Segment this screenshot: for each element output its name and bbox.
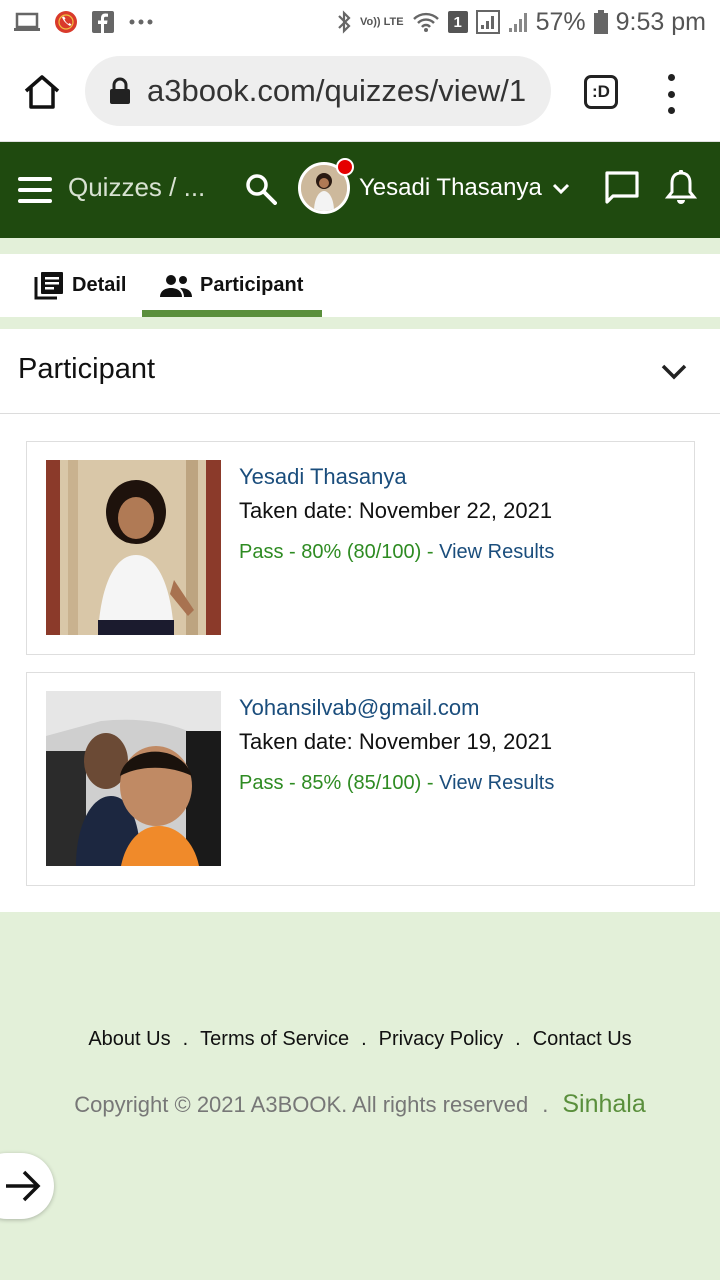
more-dots-icon: [128, 18, 154, 26]
privacy-link[interactable]: Privacy Policy: [379, 1028, 503, 1050]
terms-link[interactable]: Terms of Service: [200, 1028, 349, 1050]
bell-icon[interactable]: [664, 169, 698, 207]
next-arrow-button[interactable]: [0, 1153, 54, 1219]
status-bar: Vo)) LTE 1 57% 9:53 pm: [0, 0, 720, 44]
laptop-icon: [14, 12, 40, 32]
tab-bar: Detail Participant: [0, 254, 720, 317]
notification-dot: [336, 158, 354, 176]
people-icon: [160, 274, 192, 297]
facebook-icon: [92, 11, 114, 33]
taken-date: Taken date: November 22, 2021: [239, 498, 553, 523]
view-results-link[interactable]: View Results: [439, 541, 554, 563]
footer-separator: .: [515, 1028, 521, 1050]
panel-header[interactable]: Participant: [0, 329, 720, 414]
chevron-down-icon[interactable]: [551, 179, 571, 199]
browser-toolbar: a3book.com/quizzes/view/1 :D: [0, 44, 720, 142]
result-text: Pass - 85% (85/100) - View Results: [239, 772, 554, 795]
chat-icon[interactable]: [604, 170, 640, 206]
tab-detail[interactable]: Detail: [34, 254, 126, 317]
participant-photo: [46, 691, 221, 866]
sim-1-icon: 1: [447, 11, 468, 33]
participant-name[interactable]: Yohansilvab@gmail.com: [239, 695, 479, 721]
tab-participant-label: Participant: [200, 274, 304, 296]
app-header: Quizzes / ... Yesadi Thasanya: [0, 142, 720, 238]
participant-card: Yohansilvab@gmail.com Taken date: Novemb…: [26, 672, 695, 886]
copyright-text: Copyright © 2021 A3BOOK. All rights rese…: [74, 1092, 529, 1117]
result-text: Pass - 80% (80/100) - View Results: [239, 541, 554, 564]
home-icon: [24, 75, 60, 109]
footer-separator: .: [361, 1028, 367, 1050]
url-bar[interactable]: a3book.com/quizzes/view/1: [85, 56, 551, 126]
active-tab-indicator: [142, 310, 322, 317]
copyright: Copyright © 2021 A3BOOK. All rights rese…: [0, 1090, 720, 1119]
home-button[interactable]: [22, 72, 62, 112]
result-score: Pass - 80% (80/100) -: [239, 541, 440, 563]
hamburger-menu-icon[interactable]: [18, 177, 52, 203]
book-icon: [34, 271, 63, 299]
taken-date: Taken date: November 19, 2021: [239, 729, 553, 754]
footer-links: About Us. Terms of Service. Privacy Policy…: [0, 1028, 720, 1051]
search-icon[interactable]: [245, 173, 277, 205]
participant-card: Yesadi Thasanya Taken date: November 22,…: [26, 441, 695, 655]
participant-name[interactable]: Yesadi Thasanya: [239, 464, 407, 490]
battery-icon: [593, 10, 608, 34]
wifi-icon: [412, 11, 440, 33]
view-results-link[interactable]: View Results: [439, 772, 554, 794]
footer-separator: .: [182, 1028, 189, 1050]
panel-title: Participant: [18, 353, 156, 385]
language-link[interactable]: Sinhala: [562, 1090, 645, 1118]
participant-photo: [46, 460, 221, 635]
footer-separator: .: [542, 1092, 549, 1117]
bluetooth-icon: [336, 9, 352, 35]
lock-icon: [110, 77, 130, 104]
url-text: a3book.com/quizzes/view/1: [147, 73, 527, 108]
contact-link[interactable]: Contact Us: [533, 1028, 632, 1050]
phone-call-icon: [54, 10, 78, 34]
about-us-link[interactable]: About Us: [88, 1028, 170, 1050]
signal-icon: [475, 10, 500, 34]
collapse-chevron-icon[interactable]: [660, 359, 688, 383]
browser-menu-button[interactable]: [660, 74, 682, 114]
breadcrumb[interactable]: Quizzes / ...: [68, 172, 205, 203]
clock: 9:53 pm: [615, 7, 706, 36]
tab-participant[interactable]: Participant: [160, 254, 303, 317]
username[interactable]: Yesadi Thasanya: [359, 174, 542, 202]
battery-percent: 57%: [535, 7, 586, 36]
tab-detail-label: Detail: [72, 274, 127, 296]
participant-panel: Participant Yesadi Thasanya Taken date: …: [0, 329, 720, 912]
arrow-right-icon: [6, 1170, 41, 1202]
result-score: Pass - 85% (85/100) -: [239, 772, 440, 794]
volte-icon: Vo)) LTE: [360, 15, 404, 28]
signal-2-icon: [508, 10, 528, 34]
tab-switcher-button[interactable]: :D: [584, 75, 618, 109]
